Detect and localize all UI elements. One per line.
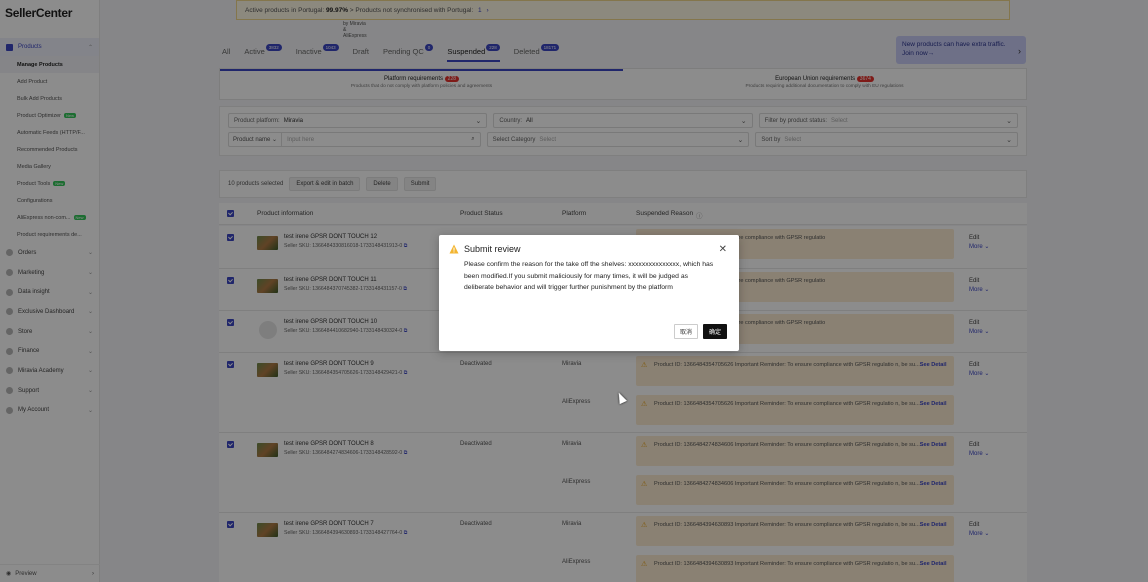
dialog-title: Submit review bbox=[464, 244, 521, 254]
close-icon[interactable]: ✕ bbox=[719, 245, 727, 255]
confirm-button[interactable]: 确定 bbox=[702, 324, 727, 339]
dialog-body: Please confirm the reason for the take o… bbox=[464, 261, 714, 292]
cancel-button[interactable]: 取消 bbox=[673, 324, 698, 339]
dialog-header: Submit review bbox=[449, 244, 521, 254]
warning-icon bbox=[449, 244, 459, 254]
submit-review-dialog: Submit review ✕ Please confirm the reaso… bbox=[439, 235, 739, 351]
